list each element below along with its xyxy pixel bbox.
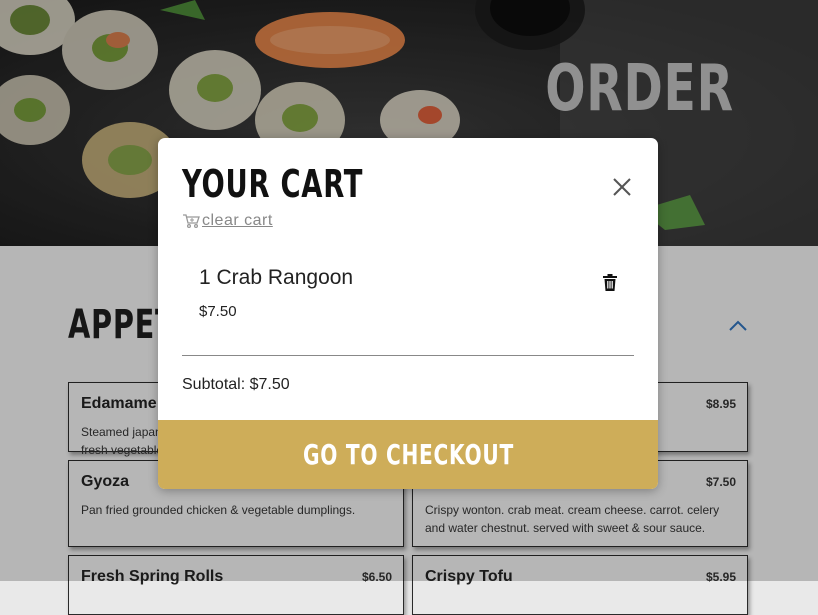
cart-modal: YOUR CART clear cart 1 Crab Rangoon $7.5… bbox=[158, 138, 658, 489]
divider bbox=[182, 355, 634, 356]
clear-cart-label: clear cart bbox=[202, 212, 273, 229]
trash-icon[interactable] bbox=[602, 274, 618, 291]
checkout-label: GO TO CHECKOUT bbox=[302, 438, 514, 471]
close-icon[interactable] bbox=[610, 175, 634, 199]
cart-title: YOUR CART bbox=[182, 162, 364, 206]
cart-subtotal: Subtotal: $7.50 bbox=[182, 376, 290, 393]
clear-cart-link[interactable]: clear cart bbox=[182, 212, 273, 230]
cart-item-price: $7.50 bbox=[199, 303, 237, 320]
checkout-button[interactable]: GO TO CHECKOUT bbox=[158, 420, 658, 489]
cart-item-name: 1 Crab Rangoon bbox=[199, 266, 354, 289]
cart-icon bbox=[183, 214, 200, 229]
